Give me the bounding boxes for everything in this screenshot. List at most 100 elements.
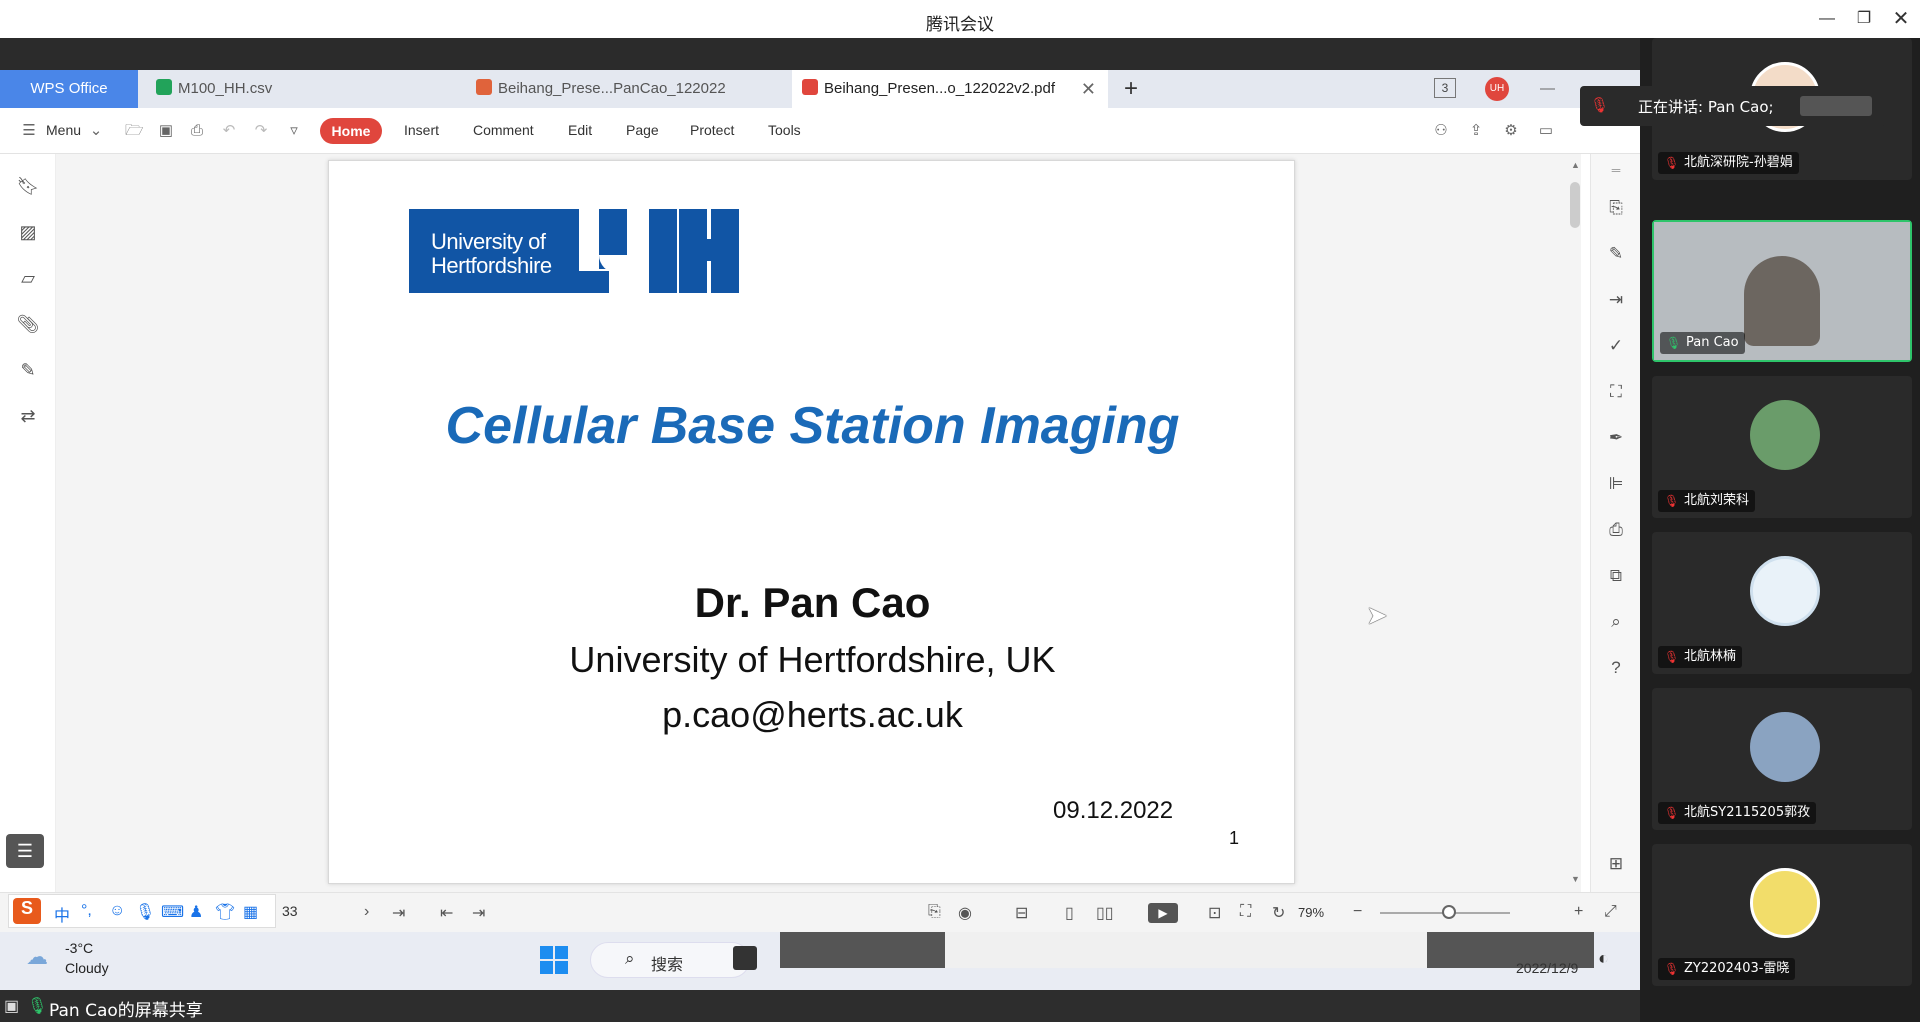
annotate-icon[interactable]: ✓ (1604, 334, 1628, 358)
tab-pdf[interactable]: Beihang_Presen...o_122022v2.pdf ✕ (792, 70, 1108, 108)
open-folder-icon[interactable]: 🗁 (125, 122, 144, 140)
participant-tile-active[interactable]: 🎙︎ Pan Cao (1652, 220, 1912, 362)
mic-muted-icon: 🎙︎ (1664, 962, 1680, 976)
scroll-down-icon[interactable]: ▼ (1571, 874, 1580, 884)
outline-icon[interactable]: ☰ (6, 834, 44, 868)
play-icon[interactable]: ▶ (1148, 903, 1178, 923)
export-icon[interactable]: ⇪ (1467, 122, 1485, 140)
punctuation-icon[interactable]: °, (81, 902, 92, 920)
emoji-icon[interactable]: ☺ (109, 902, 125, 920)
attachment-icon[interactable]: 📎︎ (16, 312, 40, 336)
participant-tile[interactable]: 🎙︎ ZY2202403-雷晓 (1652, 844, 1912, 986)
comment-icon[interactable]: ▱ (16, 266, 40, 290)
close-tab-icon[interactable]: ✕ (1081, 70, 1096, 108)
signature-icon[interactable]: ✎ (16, 358, 40, 382)
keyboard-icon[interactable]: ⌨ (161, 902, 184, 922)
wps-home-tab[interactable]: WPS Office (0, 70, 138, 108)
bookmark-icon[interactable]: 🔖︎ (16, 174, 40, 198)
search-icon[interactable]: ⌕ (1604, 610, 1628, 634)
quick-access-icon[interactable]: ▿ (285, 122, 303, 140)
new-tab-icon[interactable]: + (1124, 70, 1138, 108)
print-icon[interactable]: ⎙ (188, 122, 206, 140)
tab-page[interactable]: Page (626, 122, 659, 138)
chinese-mode-icon[interactable]: 中 (54, 902, 70, 926)
tab-count-badge[interactable]: 3 (1434, 78, 1456, 98)
print-icon[interactable]: ⎙ (1604, 518, 1628, 542)
avatar (1750, 868, 1820, 938)
undo-icon[interactable]: ↶ (220, 122, 238, 140)
sogou-logo-icon[interactable]: S (13, 898, 41, 924)
scroll-thumb[interactable] (1570, 182, 1580, 228)
back-icon[interactable]: ⇤ (440, 903, 453, 923)
minimize-icon[interactable]: — (1815, 8, 1839, 30)
comment-icon[interactable]: ▭ (1537, 122, 1555, 140)
skin-icon[interactable]: 👕︎ (215, 902, 235, 922)
minimize-icon[interactable]: — (1540, 70, 1555, 108)
mouse-cursor-icon: ➤ (1366, 600, 1388, 630)
share-user-icon[interactable]: ⚇ (1432, 122, 1450, 140)
help-icon[interactable]: ? (1604, 656, 1628, 680)
fullscreen-icon[interactable]: ⤢ (1604, 903, 1617, 921)
scroll-up-icon[interactable]: ▲ (1571, 160, 1580, 170)
tab-edit[interactable]: Edit (568, 122, 592, 138)
menu-button[interactable]: Menu (46, 122, 81, 138)
microphone-icon[interactable]: 🎙︎ (135, 902, 155, 922)
slide-date: 09.12.2022 (1053, 797, 1174, 824)
tab-presentation[interactable]: Beihang_Prese...PanCao_122022 (476, 70, 776, 108)
redo-icon[interactable]: ↷ (252, 122, 270, 140)
participant-name: 北航林楠 (1684, 649, 1737, 664)
single-page-icon[interactable]: ⊟ (1015, 903, 1028, 923)
two-page-icon[interactable]: ▯▯ (1096, 903, 1114, 923)
pdf-to-word-icon[interactable]: ⎘ (1604, 196, 1628, 220)
export-doc-icon[interactable]: ⇥ (1604, 288, 1628, 312)
tab-insert[interactable]: Insert (404, 122, 439, 138)
wps-tab-bar: WPS Office M100_HH.csv Beihang_Prese...P… (0, 70, 1640, 108)
last-page-icon[interactable]: ⇥ (392, 903, 405, 923)
participant-tile[interactable]: 🎙︎ 北航林楠 (1652, 532, 1912, 674)
actual-size-icon[interactable]: ⊡ (1208, 903, 1221, 923)
windows-start-icon[interactable] (540, 946, 568, 974)
zoom-out-icon[interactable]: − (1353, 903, 1362, 921)
task-view-icon[interactable] (733, 946, 757, 970)
zoom-slider-thumb[interactable] (1442, 905, 1456, 919)
zoom-in-icon[interactable]: + (1574, 903, 1583, 921)
crop-icon[interactable]: ⛶ (1604, 380, 1628, 404)
edit-icon[interactable]: ✎ (1604, 242, 1628, 266)
zoom-level[interactable]: 79% (1298, 905, 1324, 920)
participant-tile[interactable]: 🎙︎ 北航刘荣科 (1652, 376, 1912, 518)
rotate-icon[interactable]: ↻ (1272, 903, 1285, 923)
forward-icon[interactable]: ⇥ (472, 903, 485, 923)
image-icon[interactable]: ▨ (16, 220, 40, 244)
close-icon[interactable]: ✕ (1889, 8, 1913, 30)
compare-icon[interactable]: ⊫ (1604, 472, 1628, 496)
tab-comment[interactable]: Comment (473, 122, 534, 138)
save-icon[interactable]: ▣ (157, 122, 175, 140)
sign-icon[interactable]: ✒ (1604, 426, 1628, 450)
settings-icon[interactable]: ⚙ (1502, 122, 1520, 140)
convert-icon[interactable]: ⇄ (16, 404, 40, 428)
tab-tools[interactable]: Tools (768, 122, 801, 138)
tab-protect[interactable]: Protect (690, 122, 734, 138)
tab-home[interactable]: Home (320, 118, 382, 144)
grid-icon[interactable]: ⊞ (1604, 852, 1628, 876)
scrollbar[interactable]: ▲ ▼ (1568, 160, 1582, 884)
drag-handle-icon[interactable]: ═ (1604, 158, 1628, 182)
page-input[interactable]: 33 (282, 903, 298, 919)
continuous-icon[interactable]: ▯ (1065, 903, 1074, 923)
translate-icon[interactable]: ⧉ (1604, 564, 1628, 588)
toolbox-icon[interactable]: ▦ (243, 902, 258, 922)
eye-protect-icon[interactable]: ◉ (958, 903, 972, 923)
user-icon[interactable]: ♟ (189, 902, 203, 922)
restore-icon[interactable]: ❐ (1852, 8, 1876, 30)
menu-icon[interactable]: ☰ (20, 122, 38, 140)
taskbar-search[interactable]: ⌕ 搜索 (590, 942, 750, 978)
tab-csv[interactable]: M100_HH.csv (156, 70, 456, 108)
next-page-icon[interactable]: › (364, 903, 369, 921)
participant-tile[interactable]: 🎙︎ 北航SY2115205郭孜 (1652, 688, 1912, 830)
export-icon[interactable]: ⎘ (928, 903, 941, 921)
weather-temp: -3°C (65, 940, 94, 956)
mic-on-icon: 🎙︎ (1666, 336, 1682, 350)
avatar[interactable]: UH (1485, 77, 1509, 101)
fit-page-icon[interactable]: ⛶ (1240, 903, 1251, 921)
chevron-down-icon[interactable]: ⌄ (87, 122, 105, 140)
